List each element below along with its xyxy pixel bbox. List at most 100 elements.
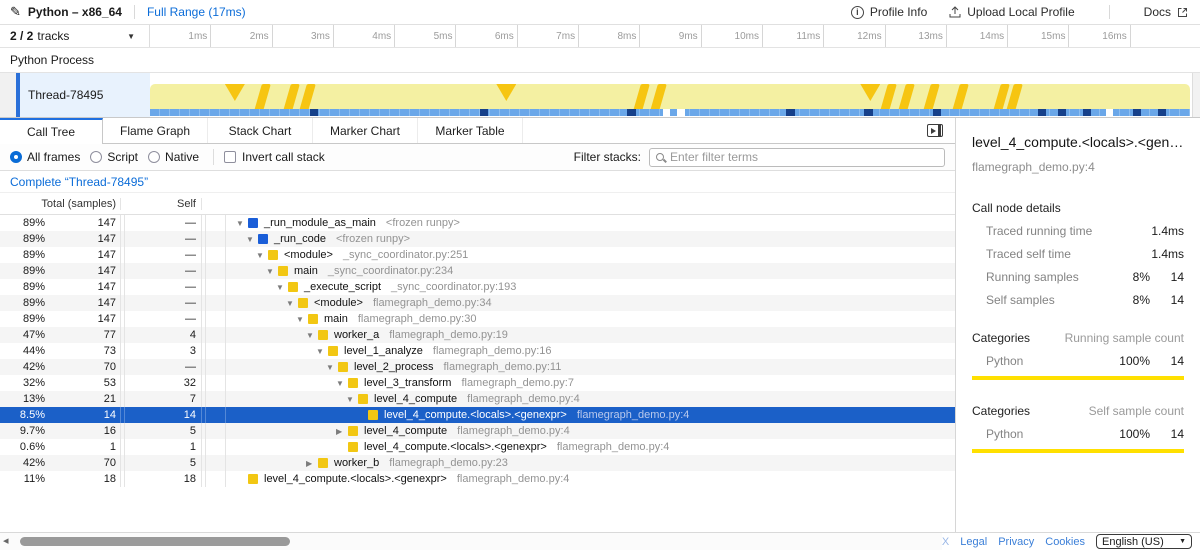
table-row[interactable]: 44%733▼level_1_analyzeflamegraph_demo.py… <box>0 343 955 359</box>
yellow-category-icon <box>328 346 338 356</box>
table-row[interactable]: 11%1818level_4_compute.<locals>.<genexpr… <box>0 471 955 487</box>
table-row[interactable]: 89%147—▼mainflamegraph_demo.py:30 <box>0 311 955 327</box>
collapse-icon[interactable]: ▼ <box>276 283 288 292</box>
collapse-icon[interactable]: ▼ <box>286 299 298 308</box>
column-header-total[interactable]: Total (samples) <box>0 198 121 210</box>
full-range-breadcrumb[interactable]: Full Range (17ms) <box>147 5 246 19</box>
calltree-controls: All frames Script Native Invert call stack… <box>0 144 955 171</box>
table-row[interactable]: 89%147—▼_execute_script_sync_coordinator… <box>0 279 955 295</box>
categories-header: CategoriesSelf sample count <box>972 404 1184 418</box>
collapse-icon[interactable]: ▼ <box>236 219 248 228</box>
expand-icon[interactable]: ▶ <box>336 427 348 436</box>
docs-link[interactable]: Docs <box>1144 5 1188 19</box>
category-sections: CategoriesRunning sample countPython100%… <box>972 331 1184 453</box>
table-row[interactable]: 32%5332▼level_3_transformflamegraph_demo… <box>0 375 955 391</box>
table-row[interactable]: 8.5%1414level_4_compute.<locals>.<genexp… <box>0 407 955 423</box>
sample-dark-segment <box>1038 109 1046 116</box>
col-gap <box>206 311 226 327</box>
ruler-tick: 13ms <box>886 25 947 47</box>
expand-icon[interactable]: ▶ <box>306 459 318 468</box>
tab-stack-chart[interactable]: Stack Chart <box>208 118 313 143</box>
column-header-self[interactable]: Self <box>125 198 202 210</box>
table-row[interactable]: 89%147—▼_run_code<frozen runpy> <box>0 231 955 247</box>
table-row[interactable]: 89%147—▼main_sync_coordinator.py:234 <box>0 263 955 279</box>
collapse-icon[interactable]: ▼ <box>346 395 358 404</box>
table-row[interactable]: 89%147—▼_run_module_as_main<frozen runpy… <box>0 215 955 231</box>
cell-total-percent: 42% <box>0 361 45 373</box>
file-location: flamegraph_demo.py:11 <box>444 361 562 373</box>
table-row[interactable]: 89%147—▼<module>flamegraph_demo.py:34 <box>0 295 955 311</box>
collapse-icon[interactable]: ▼ <box>256 251 268 260</box>
search-box <box>649 148 945 167</box>
upload-profile-button[interactable]: Upload Local Profile <box>949 5 1074 19</box>
collapse-icon[interactable]: ▼ <box>246 235 258 244</box>
table-row[interactable]: 13%217▼level_4_computeflamegraph_demo.py… <box>0 391 955 407</box>
frame-filter-radios: All frames Script Native <box>10 150 209 164</box>
activity-mark <box>225 84 245 101</box>
table-row[interactable]: 42%705▶worker_bflamegraph_demo.py:23 <box>0 455 955 471</box>
tab-marker-table[interactable]: Marker Table <box>418 118 523 143</box>
table-row[interactable]: 89%147—▼<module>_sync_coordinator.py:251 <box>0 247 955 263</box>
file-location: _sync_coordinator.py:234 <box>328 265 453 277</box>
sidebar-toggle-icon[interactable] <box>927 124 943 137</box>
filter-stacks-input[interactable] <box>670 150 938 164</box>
radio-script[interactable]: Script <box>90 150 138 164</box>
cell-total: 8.5%14 <box>0 407 121 423</box>
cell-total: 89%147 <box>0 279 121 295</box>
collapse-icon[interactable]: ▼ <box>306 331 318 340</box>
footer-link-legal[interactable]: Legal <box>960 536 987 548</box>
radio-native[interactable]: Native <box>148 150 199 164</box>
detail-row: Traced running time1.4ms <box>972 224 1184 238</box>
thread-activity-graph[interactable] <box>150 73 1192 117</box>
collapse-icon[interactable]: ▼ <box>316 347 328 356</box>
edit-profile-name-icon[interactable]: ✎ <box>10 4 21 20</box>
complete-thread-link[interactable]: Complete “Thread-78495” <box>10 175 148 189</box>
detail-percent: 8% <box>1106 270 1150 284</box>
filter-area: Filter stacks: <box>574 148 945 167</box>
table-header: Total (samples) Self <box>0 193 955 215</box>
table-row[interactable]: 9.7%165▶level_4_computeflamegraph_demo.p… <box>0 423 955 439</box>
table-row[interactable]: 47%774▼worker_aflamegraph_demo.py:19 <box>0 327 955 343</box>
collapse-icon[interactable]: ▼ <box>336 379 348 388</box>
radio-label: Native <box>165 150 199 164</box>
track-python-process[interactable]: Python Process <box>0 48 1200 73</box>
tab-marker-chart[interactable]: Marker Chart <box>313 118 418 143</box>
cell-self: — <box>125 263 202 279</box>
footer-link-cookies[interactable]: Cookies <box>1045 536 1085 548</box>
activity-mark <box>651 84 668 111</box>
sample-dark-segment <box>480 109 488 116</box>
tab-call-tree[interactable]: Call Tree <box>0 118 103 144</box>
category-row: Python100%14 <box>972 427 1184 441</box>
collapse-icon[interactable]: ▼ <box>326 363 338 372</box>
language-select[interactable]: English (US) ▼ <box>1096 534 1192 549</box>
yellow-category-icon <box>368 410 378 420</box>
function-name: level_4_compute.<locals>.<genexpr> <box>384 409 567 421</box>
cell-total-samples: 147 <box>45 233 120 245</box>
ruler-tick: 16ms <box>1069 25 1130 47</box>
footer-link-x[interactable]: X <box>942 536 949 548</box>
categories-title: Categories <box>972 331 1065 345</box>
main-panel: Call TreeFlame GraphStack ChartMarker Ch… <box>0 118 955 532</box>
track-thread-78495[interactable]: Thread-78495 <box>0 73 1200 118</box>
file-location: flamegraph_demo.py:4 <box>467 393 580 405</box>
profile-info-button[interactable]: i Profile Info <box>851 5 927 19</box>
tracks-dropdown[interactable]: 2 / 2 tracks ▼ <box>0 25 150 47</box>
selected-node-file: flamegraph_demo.py:4 <box>972 160 1184 174</box>
thread-track-label[interactable]: Thread-78495 <box>20 73 150 117</box>
collapse-icon[interactable]: ▼ <box>266 267 278 276</box>
footer-link-privacy[interactable]: Privacy <box>998 536 1034 548</box>
ruler-tick: 10ms <box>702 25 763 47</box>
cell-self: 7 <box>125 391 202 407</box>
sample-dark-segment <box>1158 109 1166 116</box>
tab-flame-graph[interactable]: Flame Graph <box>103 118 208 143</box>
table-row[interactable]: 0.6%11level_4_compute.<locals>.<genexpr>… <box>0 439 955 455</box>
ruler-tick: 4ms <box>334 25 395 47</box>
scroll-left-icon[interactable]: ◂ <box>3 534 9 547</box>
invert-call-stack-checkbox[interactable]: Invert call stack <box>224 150 325 164</box>
table-row[interactable]: 42%70—▼level_2_processflamegraph_demo.py… <box>0 359 955 375</box>
controls-divider <box>213 149 214 165</box>
collapse-icon[interactable]: ▼ <box>296 315 308 324</box>
cell-self: — <box>125 311 202 327</box>
radio-all-frames[interactable]: All frames <box>10 150 80 164</box>
scrollbar-thumb[interactable] <box>20 537 290 546</box>
